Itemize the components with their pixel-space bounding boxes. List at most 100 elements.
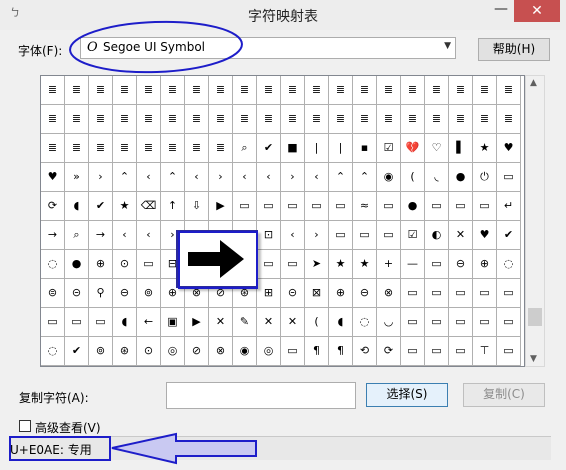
char-cell[interactable]: ★ [113, 192, 137, 221]
char-cell[interactable]: ★ [473, 134, 497, 163]
char-cell[interactable]: ▭ [497, 337, 521, 366]
char-cell[interactable]: ⊚ [89, 337, 113, 366]
char-cell[interactable]: ✕ [281, 308, 305, 337]
char-cell[interactable]: ≣ [401, 105, 425, 134]
char-cell[interactable]: ⊜ [41, 279, 65, 308]
char-cell[interactable]: ⌃ [353, 163, 377, 192]
char-cell[interactable]: ≣ [65, 134, 89, 163]
char-cell[interactable]: ( [401, 163, 425, 192]
char-cell[interactable]: ≣ [233, 76, 257, 105]
char-cell[interactable]: ☑ [401, 221, 425, 250]
char-cell[interactable]: ≣ [185, 76, 209, 105]
char-cell[interactable]: ¶ [305, 337, 329, 366]
char-cell[interactable]: › [305, 221, 329, 250]
char-cell[interactable]: ≣ [353, 76, 377, 105]
char-cell[interactable]: ≣ [89, 105, 113, 134]
char-cell[interactable]: — [401, 250, 425, 279]
char-cell[interactable]: ≣ [473, 105, 497, 134]
char-cell[interactable]: ‹ [137, 221, 161, 250]
char-cell[interactable]: ≣ [305, 76, 329, 105]
char-cell[interactable]: ≣ [161, 134, 185, 163]
char-cell[interactable]: ‹ [137, 163, 161, 192]
copy-button[interactable]: 复制(C) [463, 383, 545, 407]
char-cell[interactable]: ⚲ [89, 279, 113, 308]
char-cell[interactable]: ↑ [161, 192, 185, 221]
char-cell[interactable]: ‹ [305, 163, 329, 192]
char-cell[interactable]: ◌ [353, 308, 377, 337]
char-cell[interactable]: ≣ [89, 134, 113, 163]
char-cell[interactable]: ● [65, 250, 89, 279]
char-cell[interactable]: → [41, 221, 65, 250]
char-cell[interactable]: ■ [281, 134, 305, 163]
char-cell[interactable]: ▭ [353, 221, 377, 250]
char-cell[interactable]: ◖ [65, 192, 89, 221]
char-cell[interactable]: 💔 [401, 134, 425, 163]
char-cell[interactable]: ▭ [41, 308, 65, 337]
char-cell[interactable]: ⊤ [473, 337, 497, 366]
char-cell[interactable]: ➤ [305, 250, 329, 279]
char-cell[interactable]: ● [449, 163, 473, 192]
char-cell[interactable]: ▭ [425, 192, 449, 221]
char-cell[interactable]: ▭ [257, 250, 281, 279]
char-cell[interactable]: » [65, 163, 89, 192]
char-cell[interactable]: ▶ [185, 308, 209, 337]
char-cell[interactable]: ≣ [329, 76, 353, 105]
char-cell[interactable]: ◉ [233, 337, 257, 366]
char-cell[interactable]: ▭ [449, 279, 473, 308]
char-cell[interactable]: ≣ [305, 105, 329, 134]
char-cell[interactable]: ≣ [89, 76, 113, 105]
char-cell[interactable]: ≈ [353, 192, 377, 221]
char-cell[interactable]: ≣ [473, 76, 497, 105]
char-cell[interactable]: ← [137, 308, 161, 337]
char-cell[interactable]: ▭ [89, 308, 113, 337]
char-cell[interactable]: ⊛ [113, 337, 137, 366]
char-cell[interactable]: ‹ [113, 221, 137, 250]
char-cell[interactable]: ♥ [473, 221, 497, 250]
char-cell[interactable]: ≣ [353, 105, 377, 134]
char-cell[interactable]: ▭ [425, 250, 449, 279]
char-cell[interactable]: ⌕ [65, 221, 89, 250]
char-cell[interactable]: ≣ [329, 105, 353, 134]
char-cell[interactable]: ≣ [425, 76, 449, 105]
char-cell[interactable]: ▭ [449, 192, 473, 221]
char-cell[interactable]: ⌃ [329, 163, 353, 192]
char-cell[interactable]: ▭ [281, 192, 305, 221]
char-cell[interactable]: ⊖ [449, 250, 473, 279]
char-cell[interactable]: ▭ [473, 279, 497, 308]
char-cell[interactable]: ▭ [329, 192, 353, 221]
char-cell[interactable]: ▭ [401, 337, 425, 366]
char-cell[interactable]: ▭ [425, 337, 449, 366]
char-cell[interactable]: ‹ [233, 163, 257, 192]
char-cell[interactable]: ⊗ [209, 337, 233, 366]
scroll-down-icon[interactable]: ▼ [530, 354, 537, 364]
char-cell[interactable]: ◌ [41, 337, 65, 366]
char-cell[interactable]: ✔ [65, 337, 89, 366]
char-cell[interactable]: ✎ [233, 308, 257, 337]
char-cell[interactable]: ▭ [329, 221, 353, 250]
char-cell[interactable]: ◌ [41, 250, 65, 279]
char-cell[interactable]: ◉ [377, 163, 401, 192]
char-cell[interactable]: ▭ [281, 337, 305, 366]
char-cell[interactable]: ≣ [497, 105, 521, 134]
char-cell[interactable]: ≣ [257, 76, 281, 105]
char-cell[interactable]: ▭ [473, 308, 497, 337]
char-cell[interactable]: ⌕ [233, 134, 257, 163]
char-cell[interactable]: ▭ [497, 163, 521, 192]
char-cell[interactable]: ( [305, 308, 329, 337]
char-cell[interactable]: ≣ [137, 105, 161, 134]
char-cell[interactable]: ▭ [137, 250, 161, 279]
char-cell[interactable]: ▭ [497, 279, 521, 308]
char-cell[interactable]: ≣ [113, 76, 137, 105]
char-cell[interactable]: ▭ [425, 279, 449, 308]
char-cell[interactable]: ‹ [281, 221, 305, 250]
char-cell[interactable]: ✕ [257, 308, 281, 337]
char-cell[interactable]: ◟ [425, 163, 449, 192]
char-cell[interactable]: ≣ [113, 134, 137, 163]
char-cell[interactable]: ≣ [137, 76, 161, 105]
char-cell[interactable]: ⊙ [137, 337, 161, 366]
char-cell[interactable]: ≣ [281, 105, 305, 134]
char-cell[interactable]: ≣ [65, 105, 89, 134]
char-cell[interactable]: ⊕ [89, 250, 113, 279]
char-cell[interactable]: + [377, 250, 401, 279]
char-cell[interactable]: ◎ [257, 337, 281, 366]
